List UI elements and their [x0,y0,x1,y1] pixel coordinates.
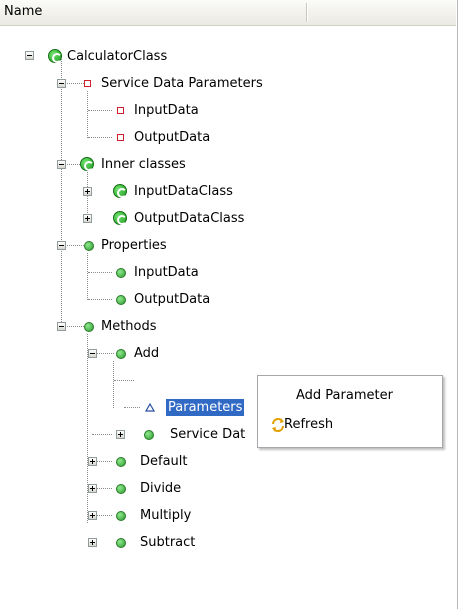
tree-node-sdp-outputdata[interactable]: OutputData [132,129,212,146]
tree-node-outputdataclass[interactable]: OutputDataClass [132,210,246,227]
class-icon [113,184,127,198]
tree-line [88,299,112,300]
tree-line [87,334,88,523]
tree-node-subtract[interactable]: Subtract [138,534,197,551]
parameter-triangle-icon [145,403,155,412]
class-icon [113,211,127,225]
expand-toggle[interactable] [88,511,97,520]
method-icon [116,538,126,548]
column-header: Name [0,0,456,26]
tree-line [113,361,114,408]
tree-line [124,407,140,408]
tree-line [87,91,88,138]
menu-item-add-parameter[interactable]: Add Parameter [260,384,440,408]
expand-toggle[interactable] [83,214,92,223]
property-icon [84,241,94,251]
method-icon [116,457,126,467]
tree-panel: Name CalculatorClass Service Data Parame… [0,0,458,609]
tree-line [92,434,112,435]
collapse-toggle[interactable] [88,349,97,358]
expand-toggle[interactable] [88,538,97,547]
member-square-icon [117,134,124,141]
tree-line [88,272,112,273]
member-square-icon [117,107,124,114]
collapse-toggle[interactable] [57,160,66,169]
method-icon [116,484,126,494]
class-icon [48,49,62,63]
tree-line [88,137,112,138]
tree-node-methods[interactable]: Methods [99,318,159,335]
tree-line [114,380,134,381]
expand-toggle[interactable] [83,187,92,196]
tree-node-properties[interactable]: Properties [99,237,169,254]
expand-toggle[interactable] [116,430,125,439]
tree-node-default[interactable]: Default [138,453,190,470]
expand-toggle[interactable] [88,484,97,493]
name-column-header[interactable]: Name [4,4,42,19]
tree-line [88,110,112,111]
collapse-toggle[interactable] [57,241,66,250]
method-icon [84,322,94,332]
member-square-icon [84,80,91,87]
tree-node-multiply[interactable]: Multiply [138,507,193,524]
collapse-toggle[interactable] [25,51,34,60]
context-menu: Add Parameter Refresh [257,375,443,448]
collapse-toggle[interactable] [57,322,66,331]
tree-node-service-data[interactable]: Service Dat [168,426,247,443]
expand-toggle[interactable] [88,457,97,466]
tree-node-inner-classes[interactable]: Inner classes [99,156,188,173]
method-icon [144,430,154,440]
menu-item-label: Refresh [284,417,334,432]
tree-node-parameters[interactable]: Parameters [166,399,245,416]
menu-item-label: Add Parameter [296,388,393,403]
tree-line [61,57,62,138]
tree-node-prop-outputdata[interactable]: OutputData [132,291,212,308]
tree-node-prop-inputdata[interactable]: InputData [132,264,201,281]
property-icon [116,295,126,305]
class-icon [80,157,94,171]
property-icon [116,268,126,278]
tree-line [87,253,88,300]
tree-node-inputdataclass[interactable]: InputDataClass [132,183,235,200]
collapse-toggle[interactable] [57,79,66,88]
tree-node-service-data-parameters[interactable]: Service Data Parameters [99,75,265,92]
method-icon [116,349,126,359]
tree-node-sdp-inputdata[interactable]: InputData [132,102,201,119]
tree-node-calculatorclass[interactable]: CalculatorClass [65,48,169,65]
column-resize-handle[interactable] [306,3,307,22]
menu-item-refresh[interactable]: Refresh [260,413,440,437]
tree-node-divide[interactable]: Divide [138,480,183,497]
class-tree: CalculatorClass Service Data Parameters … [0,29,456,569]
method-icon [116,511,126,521]
tree-node-add[interactable]: Add [132,345,161,362]
